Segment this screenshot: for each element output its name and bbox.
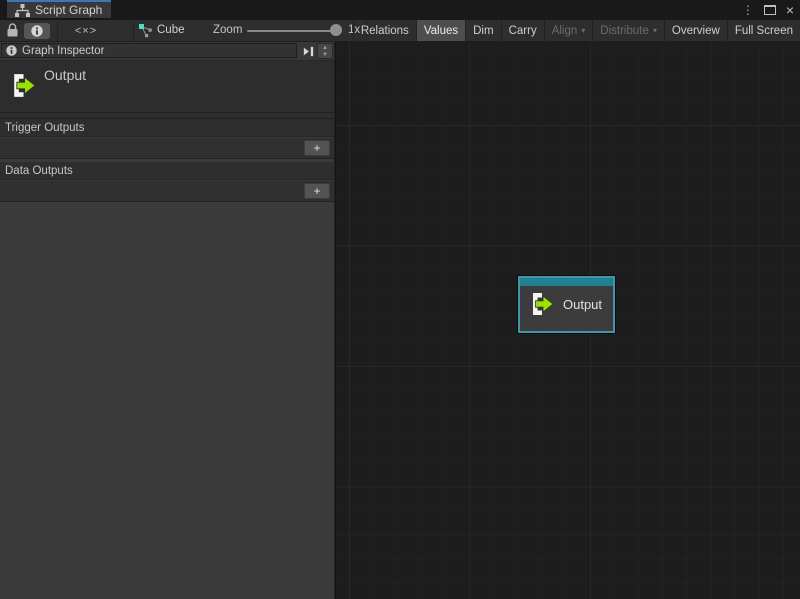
align-dropdown[interactable]: Align▾ xyxy=(544,20,593,41)
tab-label: Script Graph xyxy=(35,3,102,17)
info-icon xyxy=(31,25,43,37)
inspector-toggle-button[interactable] xyxy=(24,23,50,39)
button-label: Full Screen xyxy=(735,25,793,37)
graph-inspector-header: Graph Inspector ▲ ▼ xyxy=(0,42,334,61)
panel-resize-spinner[interactable]: ▲ ▼ xyxy=(317,43,333,59)
dock-panel-icon[interactable] xyxy=(301,44,315,58)
unit-title: Output xyxy=(44,67,86,83)
zoom-label: Zoom xyxy=(213,24,242,36)
info-icon xyxy=(6,45,17,56)
section-label: Trigger Outputs xyxy=(5,122,84,134)
lock-icon[interactable] xyxy=(7,23,18,38)
toolbar-separator xyxy=(133,21,134,41)
data-outputs-header: Data Outputs xyxy=(0,162,334,180)
data-outputs-list: + xyxy=(0,181,334,202)
window-tab-bar: Script Graph ⋮ × xyxy=(0,0,800,20)
script-graph-icon xyxy=(15,4,30,17)
button-label: Carry xyxy=(509,25,537,37)
graph-inspector-titlebox: Graph Inspector xyxy=(1,43,297,58)
overview-button[interactable]: Overview xyxy=(664,20,727,41)
close-icon[interactable]: × xyxy=(784,1,796,19)
add-data-output-button[interactable]: + xyxy=(304,183,330,199)
toolbar-button-group: Relations Values Dim Carry Align▾ Distri… xyxy=(353,20,800,41)
button-label: Relations xyxy=(361,25,409,37)
code-preview-icon[interactable]: <×> xyxy=(70,23,102,39)
trigger-outputs-header: Trigger Outputs xyxy=(0,119,334,137)
panel-title: Graph Inspector xyxy=(22,45,104,57)
graph-canvas[interactable]: Output xyxy=(335,42,800,599)
selected-unit-summary: Output xyxy=(0,61,334,113)
dim-button[interactable]: Dim xyxy=(465,20,500,41)
button-label: Values xyxy=(424,25,458,37)
window-controls: ⋮ × xyxy=(740,0,796,20)
graph-node-icon xyxy=(139,24,153,38)
node-title: Output xyxy=(563,297,602,312)
values-button[interactable]: Values xyxy=(416,20,465,41)
full-screen-button[interactable]: Full Screen xyxy=(727,20,800,41)
button-label: Distribute xyxy=(600,25,649,37)
distribute-dropdown[interactable]: Distribute ▾ xyxy=(592,20,664,41)
zoom-slider-track[interactable] xyxy=(247,30,337,32)
relations-button[interactable]: Relations xyxy=(353,20,416,41)
zoom-slider-handle[interactable] xyxy=(330,24,342,36)
add-trigger-output-button[interactable]: + xyxy=(304,140,330,156)
section-label: Data Outputs xyxy=(5,165,73,177)
chevron-down-icon: ▾ xyxy=(581,26,585,35)
maximize-icon[interactable] xyxy=(764,5,776,15)
output-unit-icon xyxy=(528,291,554,317)
button-label: Overview xyxy=(672,25,720,37)
graph-toolbar: <×> Cube Zoom 1x Relations Values Dim Ca… xyxy=(0,20,800,42)
toolbar-separator xyxy=(57,21,58,41)
button-label: Align xyxy=(552,25,578,37)
output-unit-icon xyxy=(9,72,36,99)
tab-script-graph[interactable]: Script Graph xyxy=(7,0,111,18)
spinner-up-icon[interactable]: ▲ xyxy=(318,44,332,51)
chevron-down-icon: ▾ xyxy=(653,26,657,35)
output-node-body: Output xyxy=(520,286,613,317)
spinner-down-icon[interactable]: ▼ xyxy=(318,51,332,58)
window-menu-icon[interactable]: ⋮ xyxy=(740,0,756,20)
breadcrumb[interactable]: Cube xyxy=(157,24,185,36)
trigger-outputs-list: + xyxy=(0,138,334,159)
graph-inspector-panel: Graph Inspector ▲ ▼ Output Trigger Outpu… xyxy=(0,42,335,599)
carry-button[interactable]: Carry xyxy=(501,20,544,41)
output-node[interactable]: Output xyxy=(518,276,615,333)
button-label: Dim xyxy=(473,25,493,37)
output-node-header[interactable] xyxy=(520,278,613,286)
